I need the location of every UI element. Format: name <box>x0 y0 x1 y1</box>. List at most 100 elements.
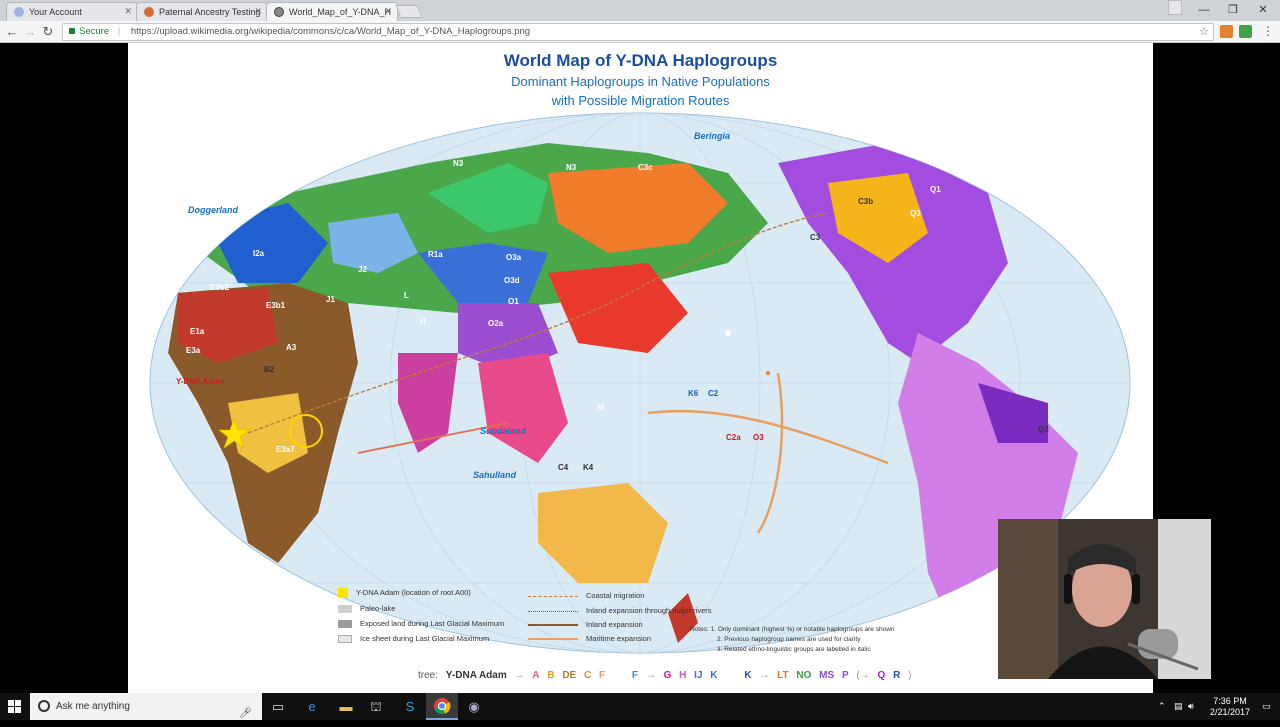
file-explorer-icon[interactable]: ▬ <box>336 697 356 716</box>
store-icon[interactable]: ⛫ <box>366 697 386 716</box>
menu-icon[interactable]: ⋮ <box>1262 25 1274 37</box>
task-view-icon[interactable]: ▭ <box>268 697 288 716</box>
cortana-circle-icon <box>38 700 50 712</box>
hg-c3b: C3b <box>858 197 874 206</box>
url-text: https://upload.wikimedia.org/wikipedia/c… <box>130 26 531 37</box>
profile-button[interactable] <box>1168 0 1182 15</box>
hg-j2: J2 <box>358 265 367 274</box>
clock-date: 2/21/2017 <box>1209 707 1251 717</box>
route-inland: Inland expansion <box>528 620 643 629</box>
secure-label: Secure <box>79 26 110 37</box>
network-icon[interactable]: ▤ <box>1174 693 1183 720</box>
legend-ice-sheet: Ice sheet during Last Glacial Maximum <box>338 634 489 644</box>
close-icon[interactable]: ✕ <box>384 6 392 17</box>
hg-q3-na: Q3 <box>910 209 921 218</box>
search-placeholder: Ask me anything <box>56 701 130 712</box>
hg-k6: K6 <box>688 389 699 398</box>
hg-j1: J1 <box>326 295 335 304</box>
globe-icon <box>14 7 24 17</box>
route-coastal: Coastal migration <box>528 591 644 600</box>
close-icon[interactable]: ✕ <box>254 6 262 17</box>
label-beringia: Beringia <box>694 131 731 141</box>
chrome-taskbar-button[interactable] <box>426 693 458 720</box>
system-clock[interactable]: 7:36 PM 2/21/2017 <box>1200 696 1260 718</box>
map-subtitle-1: Dominant Haplogroups in Native Populatio… <box>511 74 770 89</box>
hg-o3d: O3d <box>504 276 520 285</box>
route-rivers: Inland expansion through major rivers <box>528 606 712 615</box>
hg-h: H <box>420 317 426 326</box>
edge-icon[interactable]: e <box>302 697 322 716</box>
hg-r1b: R1b <box>220 223 236 232</box>
windows-start-icon[interactable] <box>8 700 21 713</box>
webcam-overlay <box>998 519 1211 679</box>
label-ydna-adam: Y-DNA Adam <box>176 377 225 386</box>
close-icon[interactable]: ✕ <box>124 6 132 17</box>
hg-o3: O3 <box>753 433 764 442</box>
browser-toolbar: ← → ↻ Secure | https://upload.wikimedia.… <box>0 21 1280 43</box>
extension-icon[interactable] <box>1239 25 1252 38</box>
star-swatch <box>338 588 348 599</box>
tab-label: World_Map_of_Y-DNA_H <box>289 7 392 17</box>
hg-l: L <box>404 291 409 300</box>
map-title: World Map of Y-DNA Haplogroups <box>503 51 778 70</box>
hg-i2a: I2a <box>253 249 265 258</box>
separator: | <box>117 26 121 37</box>
legend-exposed-land: Exposed land during Last Glacial Maximum <box>338 619 504 629</box>
extension-icon[interactable] <box>1220 25 1233 38</box>
legend-ydna-adam: Y-DNA Adam (location of root A00) <box>338 588 471 599</box>
hg-k4: K4 <box>583 463 594 472</box>
clock-time: 7:36 PM <box>1213 696 1247 706</box>
close-window-button[interactable]: ✕ <box>1246 0 1280 21</box>
address-bar[interactable]: Secure | https://upload.wikimedia.org/wi… <box>62 23 1214 41</box>
hg-c3c: C3c <box>638 163 653 172</box>
tab-label: Paternal Ancestry Testing <box>159 7 261 17</box>
skype-icon[interactable]: S <box>400 697 420 716</box>
notifications-icon[interactable]: ▭ <box>1262 693 1271 720</box>
hg-c3: C3 <box>810 233 821 242</box>
cortana-search-box[interactable]: Ask me anything 🎤︎ <box>30 693 262 720</box>
new-tab-button[interactable] <box>395 5 423 18</box>
hg-c4: C4 <box>558 463 569 472</box>
legend-paleo-lake: Paleo-lake <box>338 604 395 614</box>
label-sundaland: Sundaland <box>480 426 527 436</box>
microphone-icon[interactable]: 🎤︎ <box>239 700 252 727</box>
tab-world-map[interactable]: World_Map_of_Y-DNA_H ✕ <box>266 2 398 21</box>
note-1: Notes: 1. Only dominant (highest %) or n… <box>690 626 895 633</box>
tab-paternal-ancestry[interactable]: Paternal Ancestry Testing ✕ <box>136 2 268 21</box>
hg-e3b2: E3b2 <box>210 283 230 292</box>
webcam-video <box>998 519 1211 679</box>
note-2: 2. Previous haplogroup names are used fo… <box>717 636 861 643</box>
hg-q1: Q1 <box>930 185 941 194</box>
hg-o3a: O3a <box>506 253 522 262</box>
site-icon <box>144 7 154 17</box>
tab-your-account[interactable]: Your Account ✕ <box>6 2 138 21</box>
haplogroup-tree: tree: Y-DNA Adam → A B DE C F F → G H IJ… <box>418 670 912 681</box>
tab-label: Your Account <box>29 7 82 17</box>
tray-chevron-icon[interactable]: ⌃ <box>1158 693 1166 720</box>
hg-e1a: E1a <box>190 327 205 336</box>
windows-taskbar: Ask me anything 🎤︎ ▭ e ▬ ⛫ S ◉ ⌃ ▤ 🔊︎ 7:… <box>0 693 1280 720</box>
restore-button[interactable]: ❐ <box>1216 0 1250 21</box>
hg-c2a: C2a <box>726 433 741 442</box>
back-icon[interactable]: ← <box>4 24 20 40</box>
forward-icon[interactable]: → <box>22 24 38 40</box>
hg-e3a7: E3a7 <box>276 445 295 454</box>
hg-a3: A3 <box>286 343 297 352</box>
hg-n3: N3 <box>566 163 577 172</box>
route-maritime: Maritime expansion <box>528 634 651 643</box>
hg-m: M <box>598 403 605 412</box>
volume-icon[interactable]: 🔊︎ <box>1188 693 1194 720</box>
label-sahulland: Sahulland <box>473 470 517 480</box>
hg-n2: N3 <box>453 159 464 168</box>
tab-strip: Your Account ✕ Paternal Ancestry Testing… <box>0 0 1280 21</box>
hg-q3-sa: Q3 <box>1038 425 1049 434</box>
wikimedia-icon <box>274 7 284 17</box>
reload-icon[interactable]: ↻ <box>40 24 56 40</box>
bookmark-star-icon[interactable]: ☆ <box>1199 24 1209 40</box>
obs-icon[interactable]: ◉ <box>464 697 484 716</box>
hg-i1: I1 <box>318 167 325 176</box>
note-3: 3. Related ethno-linguistic groups are l… <box>717 646 871 653</box>
label-doggerland: Doggerland <box>188 205 239 215</box>
hg-o2a: O2a <box>488 319 504 328</box>
hg-e3a-west: E3a <box>186 346 201 355</box>
